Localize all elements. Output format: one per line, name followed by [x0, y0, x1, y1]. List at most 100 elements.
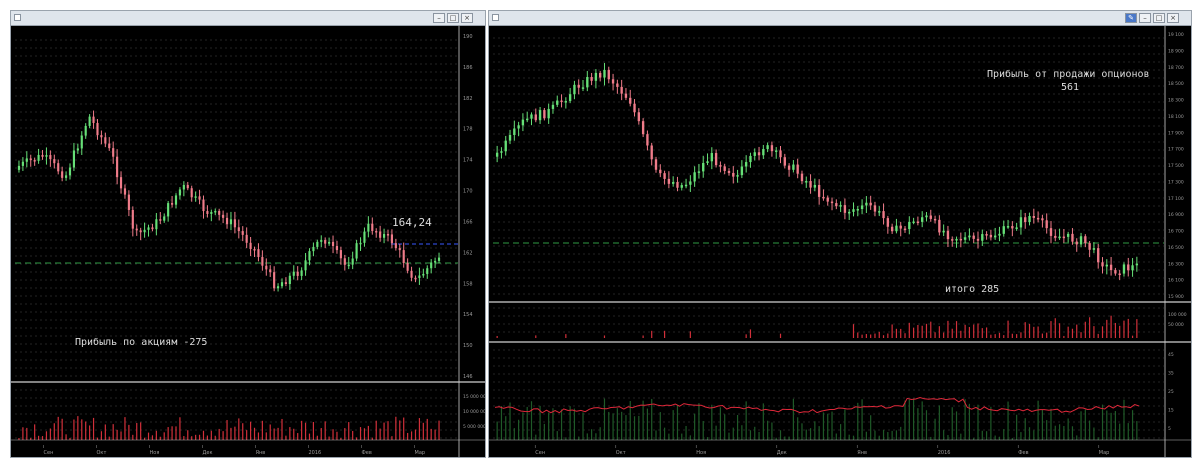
candle-body [1002, 226, 1005, 234]
candle-body [375, 231, 378, 233]
close-icon[interactable]: × [461, 13, 473, 23]
candle-body [1105, 264, 1108, 267]
candle-body [280, 282, 284, 287]
candle-body [308, 251, 311, 261]
candle-body [1071, 233, 1074, 242]
candle-body [29, 158, 32, 161]
minimize-icon[interactable]: – [1139, 13, 1151, 23]
close-icon[interactable]: × [1167, 13, 1179, 23]
candle-body [64, 175, 68, 178]
candle-body [100, 135, 103, 138]
candle-body [104, 137, 107, 144]
left-window-titlebar[interactable]: – □ × [11, 11, 485, 26]
candle-body [367, 223, 370, 232]
candle-body [76, 148, 79, 151]
candle-body [182, 184, 185, 190]
candle-body [233, 219, 236, 228]
candle-body [813, 184, 817, 188]
candle-body [805, 181, 808, 183]
candle-body [654, 159, 658, 170]
restore-icon[interactable]: □ [1153, 13, 1165, 23]
price-axis-label: 186 [463, 65, 473, 71]
right-chart-canvas[interactable]: 19 100 18 900 18 700 18 500 18 300 18 100 17 9… [489, 26, 1191, 457]
left-chart-window[interactable]: – □ × 190 186 182 178 174 170 166 162 158 154 150 1… [10, 10, 486, 458]
right-total-annotation: итого 285 [945, 284, 999, 295]
candle-body [116, 156, 119, 178]
candle-body [998, 233, 1001, 236]
candle-body [363, 231, 366, 243]
candle-body [916, 221, 920, 224]
price-axis-label: 18 900 [1168, 48, 1184, 54]
time-axis-label: Окт [616, 450, 626, 456]
candle-body [320, 240, 323, 242]
candle-body [590, 77, 593, 81]
candle-body [727, 170, 731, 173]
price-axis-label: 154 [463, 312, 473, 318]
candle-body [719, 165, 722, 167]
right-window-titlebar[interactable]: ✎ – □ × [489, 11, 1191, 26]
candle-body [1114, 270, 1117, 274]
candle-body [347, 264, 350, 267]
time-axis-label: Дек [777, 450, 787, 456]
price-axis-label: 17 900 [1168, 130, 1184, 136]
candle-body [284, 282, 288, 285]
price-axis-label: 35 [1168, 371, 1174, 377]
candle-body [667, 178, 671, 184]
candle-body [84, 125, 87, 136]
candle-body [202, 199, 205, 212]
candle-body [899, 225, 902, 229]
candle-body [839, 205, 842, 207]
candle-body [770, 145, 774, 152]
left-chart-canvas[interactable]: 190 186 182 178 174 170 166 162 158 154 150 146 15 0… [11, 26, 485, 457]
candle-body [41, 154, 44, 157]
candle-body [225, 217, 229, 225]
time-axis-label: Ноя [696, 450, 706, 456]
candle-body [852, 209, 855, 212]
price-axis-label: 16 700 [1168, 229, 1184, 235]
candle-body [968, 235, 971, 238]
candle-body [504, 140, 507, 152]
candle-body [1015, 227, 1018, 229]
right-chart-window[interactable]: ✎ – □ × 19 100 18 900 18 700 18 500 18 300 18… [488, 10, 1192, 458]
candle-body [88, 116, 91, 126]
pin-icon[interactable]: ✎ [1125, 13, 1137, 23]
price-axis-label: 18 100 [1168, 114, 1184, 120]
candle-body [147, 227, 150, 230]
minimize-icon[interactable]: – [433, 13, 445, 23]
price-axis-label: 16 300 [1168, 261, 1184, 267]
candle-body [1079, 236, 1083, 245]
candle-body [328, 241, 331, 244]
candle-body [659, 169, 662, 174]
candle-body [269, 269, 272, 273]
candle-body [693, 172, 696, 182]
candle-body [620, 86, 623, 94]
candle-body [826, 197, 829, 202]
candle-body [744, 162, 748, 167]
candle-body [800, 173, 804, 182]
candle-body [174, 195, 178, 205]
price-axis-label: 158 [463, 281, 473, 287]
candle-body [1006, 226, 1010, 228]
candle-body [49, 155, 52, 160]
candle-body [972, 235, 975, 239]
left-price-annotation: 164,24 [392, 216, 432, 229]
candle-body [1019, 217, 1023, 228]
left-chart-background [11, 26, 485, 457]
candle-body [581, 87, 585, 89]
candle-body [198, 196, 201, 200]
candle-body [822, 196, 825, 199]
price-axis-label: 45 [1168, 352, 1174, 358]
candle-body [702, 163, 705, 172]
candle-body [170, 203, 174, 205]
candle-body [526, 118, 529, 121]
time-axis-label: Фев [1018, 450, 1028, 456]
restore-icon[interactable]: □ [447, 13, 459, 23]
candle-body [339, 250, 342, 259]
candle-body [568, 94, 572, 102]
candle-body [560, 100, 563, 103]
candle-body [241, 231, 244, 235]
candle-body [135, 228, 138, 231]
candle-body [292, 271, 295, 276]
price-axis-label: 17 100 [1168, 196, 1184, 202]
price-axis-label: 166 [463, 219, 473, 225]
